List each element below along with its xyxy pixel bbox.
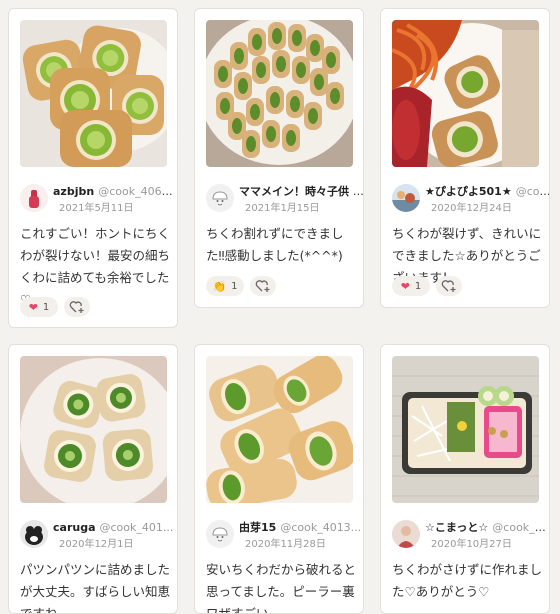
author-name[interactable]: azbjbn: [53, 185, 94, 198]
comment-text: 安いちくわだから破れると思ってました。ピーラー裏ワザすごい: [206, 562, 357, 614]
author-name-row[interactable]: ママメイン！時々子供 ...: [239, 185, 363, 199]
heart-plus-icon: [69, 301, 84, 313]
reaction-count: 1: [231, 280, 238, 292]
post-date: 2020年12月1日: [59, 539, 134, 550]
author-handle: @cook...: [515, 185, 549, 198]
author-handle: @cook_4...: [492, 521, 550, 534]
tsukurepo-card[interactable]: ママメイン！時々子供 ... 2021年1月15日 ちくわ割れずにできました‼感…: [194, 8, 364, 308]
reaction-count: 1: [414, 280, 422, 292]
post-date: 2021年1月15日: [245, 203, 320, 214]
reaction-pill[interactable]: 👏 1: [206, 276, 244, 296]
add-reaction-button[interactable]: [436, 276, 462, 296]
dish-photo[interactable]: [20, 356, 167, 503]
add-reaction-button[interactable]: [250, 276, 276, 296]
heart-plus-icon: [441, 280, 456, 292]
author-handle: @cook_401...: [99, 521, 174, 534]
tsukurepo-card[interactable]: ☆こまっと☆ @cook_4... 2020年10月27日 ちくわがさけずに作れま…: [380, 344, 550, 614]
dish-photo[interactable]: [392, 20, 539, 167]
reaction-count: 1: [42, 301, 50, 313]
author-name-row[interactable]: azbjbn @cook_4065...: [53, 185, 178, 199]
post-date: 2021年5月11日: [59, 203, 134, 214]
comment-text: ちくわがさけずに作れました♡ありがとう♡: [392, 562, 543, 599]
tsukurepo-card[interactable]: caruga @cook_401... 2020年12月1日 パツンパツンに詰めま…: [8, 344, 178, 614]
tsukurepo-card[interactable]: ★ぴよぴよ501★@cook... 2020年12月24日 ちくわが裂けず、きれ…: [380, 8, 550, 308]
reaction-pill[interactable]: ❤ 1: [392, 276, 430, 296]
heart-plus-icon: [255, 280, 270, 292]
heart-icon: ❤: [400, 279, 410, 293]
avatar[interactable]: [20, 520, 48, 548]
post-date: 2020年10月27日: [431, 539, 512, 550]
avatar[interactable]: [392, 520, 420, 548]
author-name-row[interactable]: caruga @cook_401...: [53, 521, 177, 535]
tsukurepo-card[interactable]: 由芽15 @cook_4013... 2020年11月28日 安いちくわだから破れ…: [194, 344, 364, 614]
author-name[interactable]: ★ぴよぴよ501★: [425, 185, 512, 198]
avatar[interactable]: [206, 184, 234, 212]
author-handle: @cook_4013...: [280, 521, 362, 534]
comment-text: ちくわ割れずにできました‼感動しました(*^^*): [206, 226, 344, 263]
post-date: 2020年11月28日: [245, 539, 326, 550]
avatar[interactable]: [206, 520, 234, 548]
author-name[interactable]: caruga: [53, 521, 96, 534]
post-date: 2020年12月24日: [431, 203, 512, 214]
clap-icon: 👏: [212, 279, 227, 293]
reaction-pill[interactable]: ❤ 1: [20, 297, 58, 317]
author-name[interactable]: 由芽15: [239, 521, 276, 534]
avatar[interactable]: [392, 184, 420, 212]
comment-text: パツンパツンに詰めましたが大丈夫。すばらしい知恵ですね。: [20, 562, 171, 614]
author-name-row[interactable]: ★ぴよぴよ501★@cook...: [425, 185, 549, 199]
author-name-row[interactable]: ☆こまっと☆ @cook_4...: [425, 521, 550, 535]
tsukurepo-card[interactable]: azbjbn @cook_4065... 2021年5月11日 これすごい！ホント…: [8, 8, 178, 328]
dish-photo[interactable]: [206, 356, 353, 503]
dish-photo[interactable]: [206, 20, 353, 167]
heart-icon: ❤: [28, 300, 38, 314]
author-name[interactable]: ママメイン！時々子供 ...: [239, 185, 363, 198]
author-handle: @cook_4065...: [98, 185, 178, 198]
add-reaction-button[interactable]: [64, 297, 90, 317]
author-name[interactable]: ☆こまっと☆: [425, 521, 488, 534]
author-name-row[interactable]: 由芽15 @cook_4013...: [239, 521, 363, 535]
dish-photo[interactable]: [20, 20, 167, 167]
dish-photo[interactable]: [392, 356, 539, 503]
avatar[interactable]: [20, 184, 48, 212]
